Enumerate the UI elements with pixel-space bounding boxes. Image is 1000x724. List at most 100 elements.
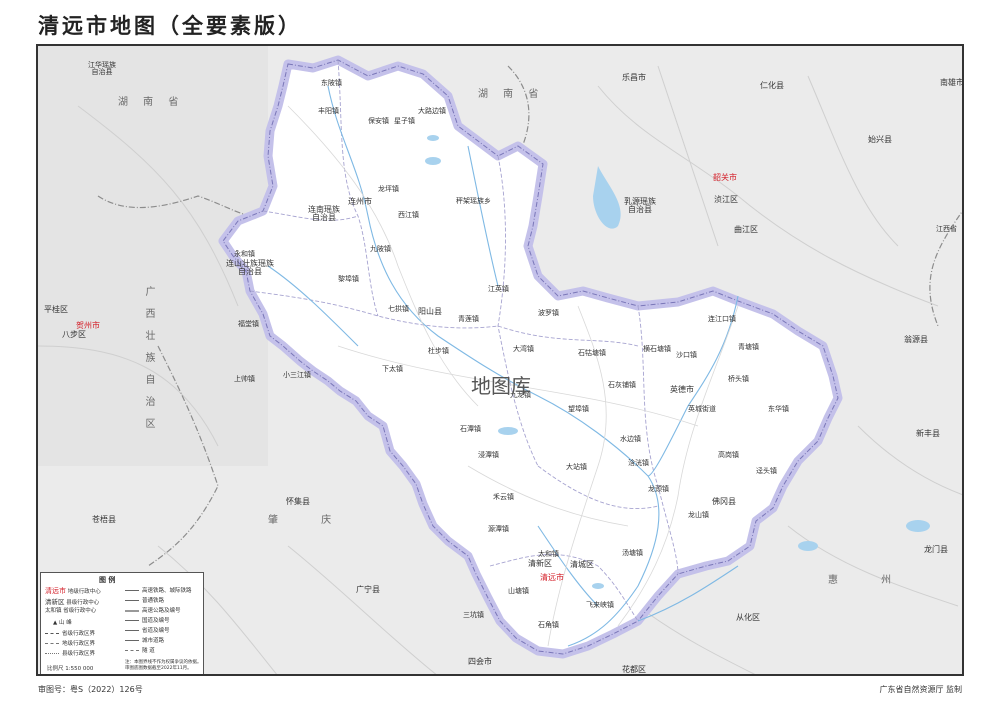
town-label: 石牯塘镇 (578, 349, 606, 357)
label-cangwu: 苍梧县 (92, 515, 116, 524)
legend-item: 高速公路及编号 (125, 606, 181, 614)
town-label: 沙口镇 (676, 351, 697, 359)
legend-item: 太和镇 省级行政中心 (45, 608, 97, 614)
label-sihui: 四会市 (468, 657, 492, 666)
legend-item: 清远市 地级行政中心 (45, 587, 101, 595)
town-label: 浛洸镇 (628, 459, 649, 467)
legend-item: 隧 道 (125, 646, 155, 654)
label-lianzhou: 连州市 (348, 197, 372, 206)
label-shixing: 始兴县 (868, 135, 892, 144)
label-hunan-north: 湖 南 省 (478, 89, 545, 100)
legend-item: 省级行政区界 (45, 629, 95, 637)
label-hunan-west: 湖 南 省 (118, 97, 185, 108)
town-label: 望埠镇 (568, 405, 589, 413)
town-label: 西江镇 (398, 211, 419, 219)
town-label: 秤架瑶族乡 (456, 197, 491, 205)
town-label: 龙山镇 (688, 511, 709, 519)
legend-title: 图 例 (99, 576, 116, 584)
town-label: 飞来峡镇 (586, 601, 614, 609)
town-label: 石角镇 (538, 621, 559, 629)
town-label: 龙颈镇 (648, 485, 669, 493)
label-huaiji: 怀集县 (286, 497, 310, 506)
town-label: 星子镇 (394, 117, 415, 125)
label-pingui: 平桂区 (44, 305, 68, 314)
town-label: 七拱镇 (388, 305, 409, 313)
town-label: 山塘镇 (508, 587, 529, 595)
legend-item: 国道及编号 (125, 616, 170, 624)
map-frame[interactable]: 江华瑶族 自治县 湖 南 省 湖 南 省 乐昌市 仁化县 南雄市 始兴县 韶关市… (36, 44, 964, 676)
town-label: 波罗镇 (538, 309, 559, 317)
legend-item: 省道及编号 (125, 626, 170, 634)
town-label: 小三江镇 (283, 371, 311, 379)
town-label: 英城街道 (688, 405, 716, 413)
town-label: 横石塘镇 (643, 345, 671, 353)
label-fogang: 佛冈县 (712, 497, 736, 506)
town-label: 水边镇 (620, 435, 641, 443)
town-label: 保安镇 (368, 117, 389, 125)
town-label: 福堂镇 (238, 320, 259, 328)
label-hezhou: 贺州市 (76, 321, 100, 330)
label-yangshan: 阳山县 (418, 307, 442, 316)
town-label: 大湾镇 (513, 345, 534, 353)
town-label: 桥头镇 (728, 375, 749, 383)
town-label: 大路边镇 (418, 107, 446, 115)
label-huadu: 花都区 (622, 665, 646, 674)
legend-note: 注：本图界线不作为权属争议的依据。 审图底图数据截至2022年11月。 (125, 660, 202, 671)
label-wengyuan: 翁源县 (904, 335, 928, 344)
legend-item: 清新区 县级行政中心 (45, 598, 100, 606)
town-label: 连江口镇 (708, 315, 736, 323)
town-label: 杜步镇 (428, 347, 449, 355)
legend-scale: 比例尺 1:550 000 (47, 666, 94, 672)
legend-item: 城市道路 (125, 636, 164, 644)
town-label: 九陂镇 (370, 245, 391, 253)
label-ruyuan: 乳源瑶族 自治县 (624, 197, 656, 214)
town-label: 太和镇 (538, 550, 559, 558)
label-longmen: 龙门县 (924, 545, 948, 554)
label-zhaoqing: 肇 庆 (268, 515, 352, 526)
town-label: 江英镇 (488, 285, 509, 293)
town-label: 青塘镇 (738, 343, 759, 351)
label-qujiang: 曲江区 (734, 225, 758, 234)
town-label: 下太镇 (382, 365, 403, 373)
label-conghua: 从化区 (736, 613, 760, 622)
town-label: 汤塘镇 (622, 549, 643, 557)
label-qingcheng: 清城区 (570, 560, 594, 569)
legend-sample-town: 太和镇 (45, 608, 62, 614)
label-renhua: 仁化县 (760, 81, 784, 90)
town-label: 石潭镇 (460, 425, 481, 433)
label-lianshan: 连山壮族瑶族 自治县 (226, 259, 274, 276)
label-xinfeng: 新丰县 (916, 429, 940, 438)
town-label: 三坑镇 (463, 611, 484, 619)
footer-publisher: 广东省自然资源厅 监制 (879, 685, 962, 694)
label-liannan: 连南瑶族 自治县 (308, 205, 340, 222)
footer-approval-number: 审图号：粤S（2022）126号 (38, 685, 143, 694)
town-label: 高岗镇 (718, 451, 739, 459)
town-label: 源潭镇 (488, 525, 509, 533)
label-jianghua: 江华瑶族 自治县 (88, 61, 116, 76)
town-label: 龙坪镇 (378, 185, 399, 193)
label-shaoguan: 韶关市 (713, 173, 737, 182)
town-label: 浸潭镇 (478, 451, 499, 459)
legend-sample-county: 清新区 (45, 598, 65, 606)
legend-sample-city: 清远市 (45, 587, 66, 595)
town-label: 大站镇 (566, 463, 587, 471)
legend-item: 地级行政区界 (45, 639, 95, 647)
map-title: 清远市地图（全要素版） (38, 13, 302, 38)
label-lechang: 乐昌市 (622, 73, 646, 82)
town-label: 东华镇 (768, 405, 789, 413)
town-label: 石灰铺镇 (608, 381, 636, 389)
label-yingde: 英德市 (670, 385, 694, 394)
town-label: 上帅镇 (234, 375, 255, 383)
legend: 图 例 清远市 地级行政中心 清新区 县级行政中心 太和镇 省级行政中心 ▲ 山… (40, 572, 204, 674)
legend-item: 高速铁路、城际铁路 (125, 586, 192, 594)
town-label: 东陂镇 (321, 79, 342, 87)
label-babu: 八步区 (62, 330, 86, 339)
town-label: 丰阳镇 (318, 107, 339, 115)
town-label: 永和镇 (234, 250, 255, 258)
legend-item: ▲ 山 峰 (53, 620, 72, 626)
legend-item: 普通铁路 (125, 596, 164, 604)
label-nanxiong: 南雄市 (940, 78, 964, 87)
watermark: 地图库 (471, 374, 531, 398)
label-qingxin: 清新区 (528, 559, 552, 568)
legend-item: 县级行政区界 (45, 649, 95, 657)
